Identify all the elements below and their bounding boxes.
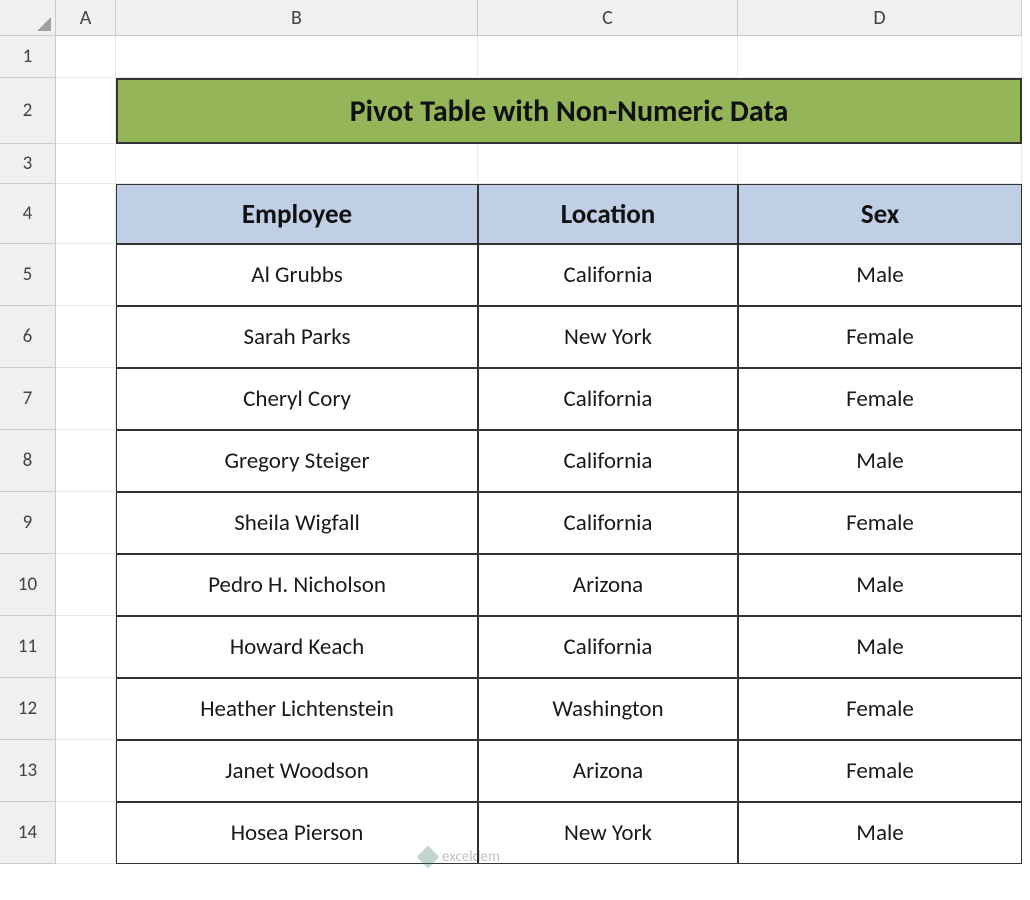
cell-blank[interactable] <box>56 36 116 78</box>
row-header-8[interactable]: 8 <box>0 430 56 492</box>
cell-blank[interactable] <box>56 306 116 368</box>
data-cell-sex[interactable]: Male <box>738 244 1022 306</box>
row-header-7[interactable]: 7 <box>0 368 56 430</box>
cell-blank[interactable] <box>738 144 1022 184</box>
row-header-1[interactable]: 1 <box>0 36 56 78</box>
cell-blank[interactable] <box>56 678 116 740</box>
data-cell-location[interactable]: California <box>478 244 738 306</box>
data-cell-employee[interactable]: Heather Lichtenstein <box>116 678 478 740</box>
data-cell-sex[interactable]: Male <box>738 616 1022 678</box>
row-header-13[interactable]: 13 <box>0 740 56 802</box>
data-cell-location[interactable]: California <box>478 430 738 492</box>
data-cell-location[interactable]: Arizona <box>478 740 738 802</box>
cell-blank[interactable] <box>56 78 116 144</box>
data-cell-employee[interactable]: Al Grubbs <box>116 244 478 306</box>
data-cell-location[interactable]: California <box>478 492 738 554</box>
cell-blank[interactable] <box>56 368 116 430</box>
data-cell-location[interactable]: California <box>478 616 738 678</box>
cell-blank[interactable] <box>56 616 116 678</box>
data-cell-location[interactable]: New York <box>478 802 738 864</box>
cell-blank[interactable] <box>56 244 116 306</box>
cell-blank[interactable] <box>478 36 738 78</box>
cell-blank[interactable] <box>56 144 116 184</box>
row-header-3[interactable]: 3 <box>0 144 56 184</box>
data-cell-location[interactable]: New York <box>478 306 738 368</box>
data-cell-sex[interactable]: Female <box>738 678 1022 740</box>
data-cell-sex[interactable]: Male <box>738 802 1022 864</box>
col-header-a[interactable]: A <box>56 0 116 36</box>
row-header-6[interactable]: 6 <box>0 306 56 368</box>
cell-blank[interactable] <box>478 144 738 184</box>
data-cell-employee[interactable]: Hosea Pierson <box>116 802 478 864</box>
col-header-d[interactable]: D <box>738 0 1022 36</box>
data-cell-location[interactable]: Washington <box>478 678 738 740</box>
data-cell-employee[interactable]: Gregory Steiger <box>116 430 478 492</box>
row-header-5[interactable]: 5 <box>0 244 56 306</box>
row-header-11[interactable]: 11 <box>0 616 56 678</box>
data-cell-employee[interactable]: Janet Woodson <box>116 740 478 802</box>
col-header-c[interactable]: C <box>478 0 738 36</box>
data-cell-location[interactable]: Arizona <box>478 554 738 616</box>
table-header-sex[interactable]: Sex <box>738 184 1022 244</box>
row-header-12[interactable]: 12 <box>0 678 56 740</box>
cell-blank[interactable] <box>116 144 478 184</box>
cell-blank[interactable] <box>56 554 116 616</box>
table-header-location[interactable]: Location <box>478 184 738 244</box>
title-cell[interactable]: Pivot Table with Non-Numeric Data <box>116 78 1022 144</box>
row-header-9[interactable]: 9 <box>0 492 56 554</box>
table-header-employee[interactable]: Employee <box>116 184 478 244</box>
cell-blank[interactable] <box>56 430 116 492</box>
data-cell-location[interactable]: California <box>478 368 738 430</box>
data-cell-sex[interactable]: Female <box>738 368 1022 430</box>
data-cell-sex[interactable]: Male <box>738 554 1022 616</box>
data-cell-employee[interactable]: Sarah Parks <box>116 306 478 368</box>
cell-blank[interactable] <box>116 36 478 78</box>
data-cell-employee[interactable]: Pedro H. Nicholson <box>116 554 478 616</box>
select-all-corner[interactable] <box>0 0 56 36</box>
cell-blank[interactable] <box>56 802 116 864</box>
data-cell-sex[interactable]: Female <box>738 306 1022 368</box>
row-header-10[interactable]: 10 <box>0 554 56 616</box>
data-cell-employee[interactable]: Cheryl Cory <box>116 368 478 430</box>
cell-blank[interactable] <box>738 36 1022 78</box>
data-cell-sex[interactable]: Female <box>738 492 1022 554</box>
data-cell-sex[interactable]: Male <box>738 430 1022 492</box>
row-header-4[interactable]: 4 <box>0 184 56 244</box>
data-cell-employee[interactable]: Howard Keach <box>116 616 478 678</box>
row-header-14[interactable]: 14 <box>0 802 56 864</box>
col-header-b[interactable]: B <box>116 0 478 36</box>
data-cell-employee[interactable]: Sheila Wigfall <box>116 492 478 554</box>
cell-blank[interactable] <box>56 740 116 802</box>
cell-blank[interactable] <box>56 492 116 554</box>
data-cell-sex[interactable]: Female <box>738 740 1022 802</box>
row-header-2[interactable]: 2 <box>0 78 56 144</box>
cell-blank[interactable] <box>56 184 116 244</box>
